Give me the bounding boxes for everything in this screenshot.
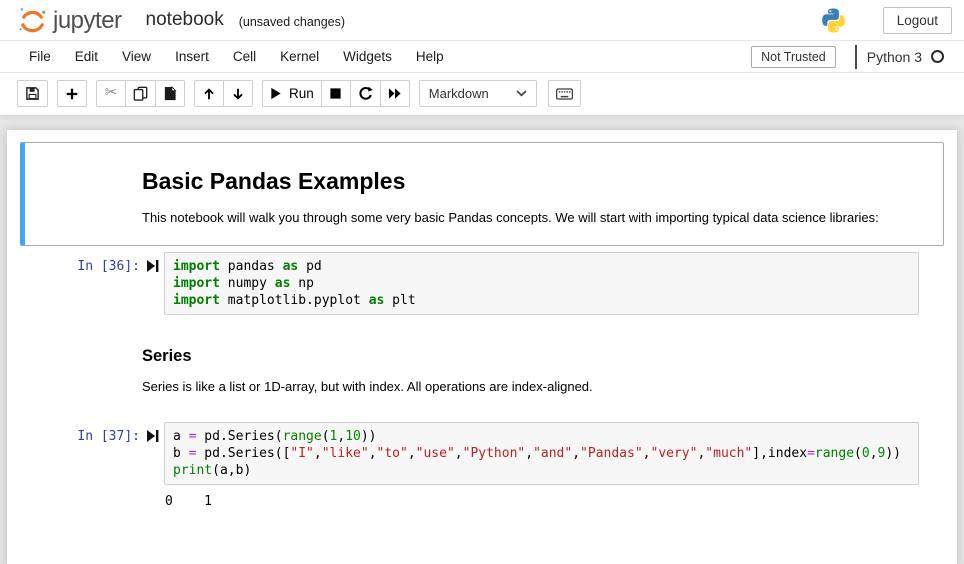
code-cell[interactable]: In [36]: import pandas as pd import numpy … xyxy=(20,246,944,321)
command-palette-button[interactable] xyxy=(547,80,581,107)
menu-item-kernel[interactable]: Kernel xyxy=(268,43,331,70)
paste-cell-icon xyxy=(163,86,177,101)
menu-item-insert[interactable]: Insert xyxy=(163,43,221,70)
cell-list: Basic Pandas Examples This notebook will … xyxy=(7,142,957,516)
menu-items: File Edit View Insert Cell Kernel Widgets Help xyxy=(17,43,456,70)
markdown-heading: Basic Pandas Examples xyxy=(142,168,406,194)
menu-item-view[interactable]: View xyxy=(110,43,163,70)
notebook-title[interactable]: notebook xyxy=(146,9,224,31)
run-button[interactable]: Run xyxy=(262,80,322,107)
cut-cell-button[interactable]: ✂ xyxy=(96,80,126,107)
restart-kernel-icon xyxy=(358,86,373,101)
restart-run-all-button[interactable] xyxy=(379,80,410,107)
copy-cell-icon xyxy=(133,86,148,101)
cell-output: 0 1 xyxy=(165,493,212,509)
run-button-label: Run xyxy=(289,86,314,101)
menu-item-file[interactable]: File xyxy=(17,43,63,70)
input-prompt: In [36]: xyxy=(77,259,140,275)
menu-bar: File Edit View Insert Cell Kernel Widgets Help … xyxy=(0,41,964,73)
menu-item-help[interactable]: Help xyxy=(404,43,456,70)
menu-item-cell[interactable]: Cell xyxy=(221,43,268,70)
run-cell-marker-icon[interactable] xyxy=(142,252,164,273)
code-editor[interactable]: import pandas as pd import numpy as np imp… xyxy=(164,252,919,316)
add-cell-icon xyxy=(65,87,79,101)
restart-run-all-icon xyxy=(388,87,402,100)
restart-kernel-button[interactable] xyxy=(349,80,381,107)
markdown-cell[interactable]: Series Series is like a list or 1D-array,… xyxy=(20,321,944,415)
cell-type-select[interactable]: Markdown xyxy=(418,80,537,107)
copy-cell-button[interactable] xyxy=(125,80,156,107)
logout-button[interactable]: Logout xyxy=(882,6,952,34)
code-cell[interactable]: In [37]: a = pd.Series(range(1,10)) b = pd… xyxy=(20,416,944,516)
jupyter-logo[interactable]: jupyter xyxy=(17,5,122,36)
code-editor[interactable]: a = pd.Series(range(1,10)) b = pd.Series(… xyxy=(164,421,919,485)
interrupt-kernel-icon xyxy=(329,87,342,100)
run-icon xyxy=(270,87,282,100)
notebook-toolbar: ✂ Run Markdown xyxy=(0,73,964,116)
notebook-container: Basic Pandas Examples This notebook will … xyxy=(7,130,957,564)
markdown-heading: Series xyxy=(142,347,192,366)
jupyter-logo-icon xyxy=(17,5,48,36)
save-icon xyxy=(25,86,40,101)
cut-cell-icon: ✂ xyxy=(104,84,118,101)
input-prompt: In [37]: xyxy=(77,428,140,444)
paste-cell-button[interactable] xyxy=(155,80,185,107)
python-logo-icon xyxy=(820,7,847,34)
chevron-down-icon xyxy=(516,90,527,97)
move-cell-down-icon xyxy=(231,87,245,101)
markdown-cell[interactable]: Basic Pandas Examples This notebook will … xyxy=(20,142,944,247)
command-palette-icon xyxy=(555,87,573,100)
run-cell-marker-icon[interactable] xyxy=(142,422,164,442)
app-header: jupyter notebook (unsaved changes) Logou… xyxy=(0,0,964,41)
cell-type-value: Markdown xyxy=(428,86,489,101)
move-cell-up-button[interactable] xyxy=(194,80,224,107)
trust-status-badge[interactable]: Not Trusted xyxy=(751,45,836,68)
menu-item-widgets[interactable]: Widgets xyxy=(331,43,404,70)
kernel-separator xyxy=(854,44,857,69)
save-button[interactable] xyxy=(17,80,48,107)
kernel-idle-icon xyxy=(931,50,944,63)
menu-item-edit[interactable]: Edit xyxy=(63,43,110,70)
autosave-status: (unsaved changes) xyxy=(238,14,346,29)
notebook-site: Basic Pandas Examples This notebook will … xyxy=(0,116,964,564)
kernel-name: Python 3 xyxy=(866,48,922,65)
move-cell-down-button[interactable] xyxy=(223,80,253,107)
move-cell-up-icon xyxy=(202,87,216,101)
jupyter-wordmark: jupyter xyxy=(53,7,122,34)
markdown-paragraph: Series is like a list or 1D-array, but w… xyxy=(142,379,593,395)
interrupt-kernel-button[interactable] xyxy=(320,80,351,107)
add-cell-button[interactable] xyxy=(57,80,87,107)
markdown-paragraph: This notebook will walk you through some… xyxy=(142,210,879,225)
